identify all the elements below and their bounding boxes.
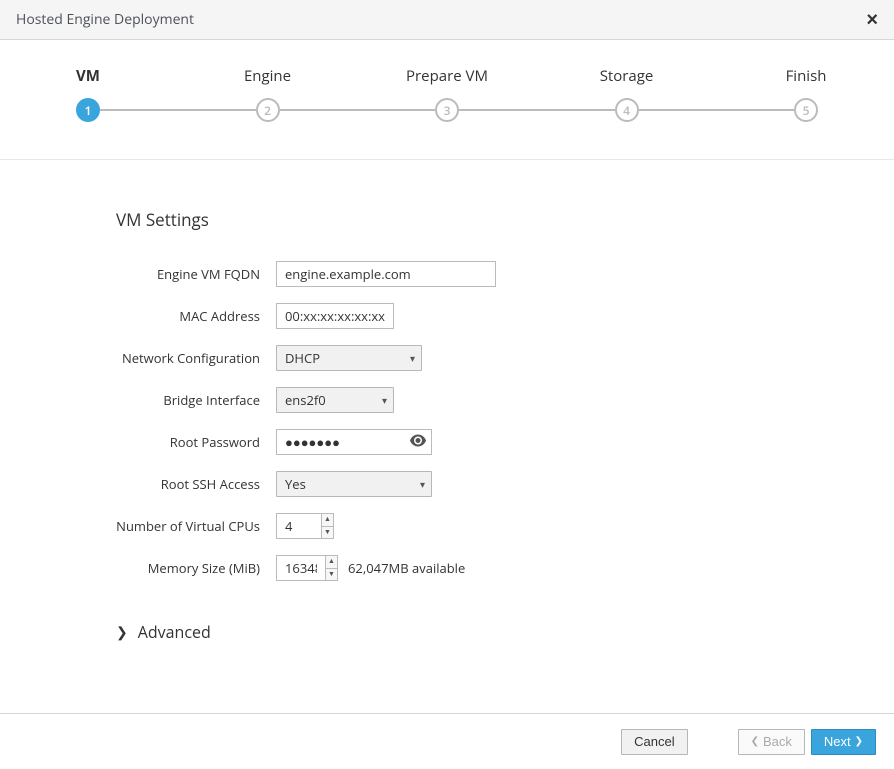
- label-netconf: Network Configuration: [0, 349, 276, 367]
- input-fqdn[interactable]: [276, 261, 496, 287]
- select-netconf-value: DHCP: [285, 349, 320, 367]
- input-mac[interactable]: [276, 303, 394, 329]
- chevron-right-icon: ❯: [116, 623, 128, 642]
- label-fqdn: Engine VM FQDN: [0, 265, 276, 283]
- label-vcpus: Number of Virtual CPUs: [0, 517, 276, 535]
- modal-title: Hosted Engine Deployment: [16, 10, 194, 29]
- step-circle-1[interactable]: 1: [76, 98, 100, 122]
- step-line: [459, 109, 615, 111]
- step-label-engine: Engine: [256, 66, 280, 86]
- spinner-memory: ▲ ▼: [325, 556, 337, 580]
- spin-up-icon[interactable]: ▲: [326, 556, 337, 569]
- modal-footer: Cancel ❮ Back Next ❯: [0, 713, 894, 769]
- step-circles: 1 2 3 4 5: [76, 98, 818, 122]
- select-netconf[interactable]: DHCP ▾: [276, 345, 422, 371]
- select-ssh-value: Yes: [285, 475, 306, 493]
- step-line: [100, 109, 256, 111]
- input-vcpus[interactable]: [277, 514, 321, 538]
- label-bridge: Bridge Interface: [0, 391, 276, 409]
- row-vcpus: Number of Virtual CPUs ▲ ▼: [0, 513, 894, 539]
- row-ssh: Root SSH Access Yes ▾: [0, 471, 894, 497]
- step-line: [280, 109, 436, 111]
- step-label-preparevm: Prepare VM: [435, 66, 459, 86]
- row-netconf: Network Configuration DHCP ▾: [0, 345, 894, 371]
- row-memory: Memory Size (MiB) ▲ ▼ 62,047MB available: [0, 555, 894, 581]
- row-bridge: Bridge Interface ens2f0 ▾: [0, 387, 894, 413]
- eye-icon[interactable]: [410, 433, 426, 452]
- label-mac: MAC Address: [0, 307, 276, 325]
- next-label: Next: [824, 734, 851, 749]
- select-ssh[interactable]: Yes ▾: [276, 471, 432, 497]
- row-rootpw: Root Password: [0, 429, 894, 455]
- chevron-right-icon: ❯: [855, 736, 863, 747]
- spin-up-icon[interactable]: ▲: [322, 514, 333, 527]
- row-mac: MAC Address: [0, 303, 894, 329]
- password-wrap: [276, 429, 432, 455]
- label-ssh: Root SSH Access: [0, 475, 276, 493]
- memory-hint: 62,047MB available: [348, 559, 465, 577]
- spin-down-icon[interactable]: ▼: [322, 527, 333, 539]
- stepper-vcpus: ▲ ▼: [276, 513, 334, 539]
- step-label-vm: VM: [76, 66, 100, 86]
- spinner-vcpus: ▲ ▼: [321, 514, 333, 538]
- step-circle-4[interactable]: 4: [615, 98, 639, 122]
- input-rootpw[interactable]: [276, 429, 432, 455]
- advanced-label: Advanced: [138, 621, 211, 643]
- cancel-button[interactable]: Cancel: [621, 729, 687, 755]
- step-label-finish: Finish: [794, 66, 818, 86]
- spin-down-icon[interactable]: ▼: [326, 569, 337, 581]
- caret-down-icon: ▾: [420, 477, 425, 491]
- label-rootpw: Root Password: [0, 433, 276, 451]
- input-memory[interactable]: [277, 556, 325, 580]
- stepper-memory: ▲ ▼: [276, 555, 338, 581]
- advanced-toggle[interactable]: ❯ Advanced: [116, 621, 894, 643]
- wizard-body: VM Settings Engine VM FQDN MAC Address N…: [0, 160, 894, 643]
- chevron-left-icon: ❮: [751, 736, 759, 747]
- step-circle-2[interactable]: 2: [256, 98, 280, 122]
- caret-down-icon: ▾: [410, 351, 415, 365]
- step-label-storage: Storage: [615, 66, 639, 86]
- row-fqdn: Engine VM FQDN: [0, 261, 894, 287]
- back-label: Back: [763, 734, 792, 749]
- label-memory: Memory Size (MiB): [0, 559, 276, 577]
- back-button[interactable]: ❮ Back: [738, 729, 805, 755]
- select-bridge-value: ens2f0: [285, 391, 326, 409]
- step-line: [639, 109, 795, 111]
- close-icon[interactable]: ×: [866, 10, 878, 30]
- modal-header: Hosted Engine Deployment ×: [0, 0, 894, 40]
- wizard-steps: VM Engine Prepare VM Storage Finish 1 2 …: [0, 40, 894, 160]
- next-button[interactable]: Next ❯: [811, 729, 876, 755]
- caret-down-icon: ▾: [382, 393, 387, 407]
- step-labels: VM Engine Prepare VM Storage Finish: [76, 66, 818, 86]
- step-circle-3[interactable]: 3: [435, 98, 459, 122]
- step-circle-5[interactable]: 5: [794, 98, 818, 122]
- section-title: VM Settings: [116, 208, 894, 231]
- select-bridge[interactable]: ens2f0 ▾: [276, 387, 394, 413]
